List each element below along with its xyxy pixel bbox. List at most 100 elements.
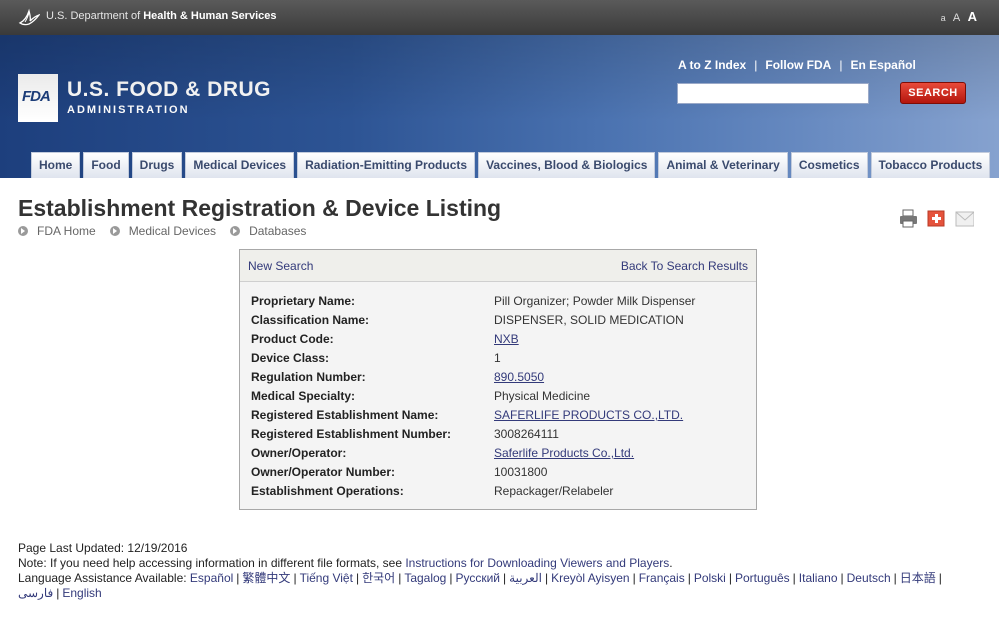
breadcrumb-fda-home[interactable]: FDA Home	[18, 224, 96, 238]
language-link[interactable]: Italiano	[799, 571, 838, 585]
language-link[interactable]: فارسی	[18, 586, 53, 600]
breadcrumb-label: FDA Home	[37, 224, 96, 238]
fda-title[interactable]: U.S. FOOD & DRUG	[67, 78, 271, 102]
product-code-link[interactable]: NXB	[494, 332, 519, 346]
hhs-top-bar: U.S. Department of Health & Human Servic…	[0, 0, 999, 35]
main-nav: Home Food Drugs Medical Devices Radiatio…	[31, 152, 993, 178]
back-to-search-results-link[interactable]: Back To Search Results	[621, 259, 748, 273]
detail-value: 10031800	[494, 465, 548, 479]
hhs-eagle-icon[interactable]	[18, 7, 40, 27]
hhs-name: Health & Human Services	[143, 10, 277, 22]
fda-subtitle: ADMINISTRATION	[67, 104, 190, 116]
note-suffix: .	[669, 556, 673, 570]
detail-row: Device Class: 1	[251, 351, 751, 370]
page-footer: Page Last Updated: 12/19/2016 Note: If y…	[18, 541, 978, 601]
nav-tab-food[interactable]: Food	[83, 152, 129, 178]
detail-label: Owner/Operator Number:	[251, 465, 396, 479]
nav-tab-medical-devices[interactable]: Medical Devices	[185, 152, 295, 178]
breadcrumb: FDA Home Medical Devices Databases	[18, 224, 320, 238]
detail-label: Registered Establishment Name:	[251, 408, 439, 422]
link-separator: |	[839, 58, 843, 72]
nav-tab-tobacco-products[interactable]: Tobacco Products	[870, 152, 991, 178]
breadcrumb-label: Medical Devices	[128, 224, 217, 238]
fda-logo-text: FDA	[22, 88, 51, 105]
bullet-arrow-icon	[18, 226, 28, 236]
a-to-z-index-link[interactable]: A to Z Index	[678, 58, 746, 72]
fda-logo-badge[interactable]: FDA	[18, 74, 58, 122]
detail-row: Registered Establishment Name: SAFERLIFE …	[251, 408, 751, 427]
language-link[interactable]: Deutsch	[847, 571, 891, 585]
nav-tab-drugs[interactable]: Drugs	[131, 152, 183, 178]
note-text: Note: If you need help accessing informa…	[18, 556, 406, 570]
follow-fda-link[interactable]: Follow FDA	[765, 58, 831, 72]
language-link[interactable]: Русский	[455, 571, 500, 585]
detail-value: 3008264111	[494, 427, 559, 441]
bullet-arrow-icon	[109, 226, 120, 236]
language-assistance-cont: فارسی | English	[18, 586, 102, 600]
font-size-large[interactable]: A	[968, 9, 977, 24]
nav-tab-cosmetics[interactable]: Cosmetics	[790, 152, 868, 178]
breadcrumb-medical-devices[interactable]: Medical Devices	[109, 224, 217, 238]
language-link[interactable]: 日本語	[900, 571, 936, 585]
detail-label: Classification Name:	[251, 313, 370, 327]
detail-row: Registered Establishment Number: 30082641…	[251, 427, 751, 446]
detail-label: Medical Specialty:	[251, 389, 356, 403]
detail-row: Establishment Operations: Repackager/Rela…	[251, 484, 751, 503]
detail-label: Registered Establishment Number:	[251, 427, 452, 441]
nav-tab-animal-veterinary[interactable]: Animal & Veterinary	[658, 152, 788, 178]
establishment-name-link[interactable]: SAFERLIFE PRODUCTS CO.,LTD.	[494, 408, 683, 422]
last-updated: Page Last Updated: 12/19/2016	[18, 541, 188, 555]
detail-value: Physical Medicine	[494, 389, 591, 403]
hhs-link[interactable]: U.S. Department of Health & Human Servic…	[46, 10, 277, 22]
language-link[interactable]: 한국어	[362, 571, 395, 585]
detail-label: Establishment Operations:	[251, 484, 404, 498]
language-link[interactable]: العربية	[509, 571, 542, 585]
search-button[interactable]: SEARCH	[900, 82, 966, 104]
nav-tab-home[interactable]: Home	[31, 152, 81, 178]
font-size-small[interactable]: a	[941, 13, 946, 23]
nav-tab-vaccines-blood-biologics[interactable]: Vaccines, Blood & Biologics	[478, 152, 656, 178]
detail-label: Device Class:	[251, 351, 330, 365]
hhs-prefix: U.S. Department of	[46, 10, 144, 22]
language-link[interactable]: English	[62, 586, 101, 600]
language-assistance: Language Assistance Available: Español | 繁…	[18, 571, 942, 585]
downloading-viewers-link[interactable]: Instructions for Downloading Viewers and…	[405, 556, 669, 570]
language-link[interactable]: Tagalog	[404, 571, 446, 585]
fda-header: FDA U.S. FOOD & DRUG ADMINISTRATION A to…	[0, 35, 999, 178]
page-title: Establishment Registration & Device List…	[18, 195, 502, 221]
detail-label: Product Code:	[251, 332, 334, 346]
email-icon[interactable]	[955, 209, 974, 228]
language-link[interactable]: Español	[190, 571, 233, 585]
print-icon[interactable]	[899, 209, 918, 228]
page-tools	[899, 209, 974, 228]
owner-operator-link[interactable]: Saferlife Products Co.,Ltd.	[494, 446, 634, 460]
link-separator: |	[754, 58, 758, 72]
language-link[interactable]: 繁體中文	[242, 571, 290, 585]
detail-label: Proprietary Name:	[251, 294, 356, 308]
new-search-link[interactable]: New Search	[248, 259, 313, 273]
detail-row: Product Code: NXB	[251, 332, 751, 351]
font-size-medium[interactable]: A	[953, 12, 960, 24]
language-link[interactable]: Polski	[694, 571, 726, 585]
device-details: Proprietary Name: Pill Organizer; Powder …	[251, 294, 751, 503]
en-espanol-link[interactable]: En Español	[850, 58, 915, 72]
detail-row: Medical Specialty: Physical Medicine	[251, 389, 751, 408]
detail-row: Regulation Number: 890.5050	[251, 370, 751, 389]
language-link[interactable]: Português	[735, 571, 790, 585]
language-link[interactable]: Kreyòl Ayisyen	[551, 571, 630, 585]
share-icon[interactable]	[927, 209, 946, 228]
regulation-number-link[interactable]: 890.5050	[494, 370, 544, 384]
breadcrumb-databases[interactable]: Databases	[230, 224, 306, 238]
detail-row: Proprietary Name: Pill Organizer; Powder …	[251, 294, 751, 313]
language-link[interactable]: Tiếng Việt	[300, 571, 353, 585]
search-input[interactable]	[677, 83, 869, 104]
detail-value: 1	[494, 351, 501, 365]
font-size-controls: a A A	[937, 9, 977, 24]
nav-tab-radiation-emitting-products[interactable]: Radiation-Emitting Products	[297, 152, 476, 178]
language-label: Language Assistance Available:	[18, 571, 190, 585]
utility-links: A to Z Index | Follow FDA | En Español	[678, 58, 916, 72]
detail-value: Repackager/Relabeler	[494, 484, 614, 498]
detail-label: Owner/Operator:	[251, 446, 347, 460]
language-link[interactable]: Français	[639, 571, 685, 585]
bullet-arrow-icon	[230, 226, 241, 236]
